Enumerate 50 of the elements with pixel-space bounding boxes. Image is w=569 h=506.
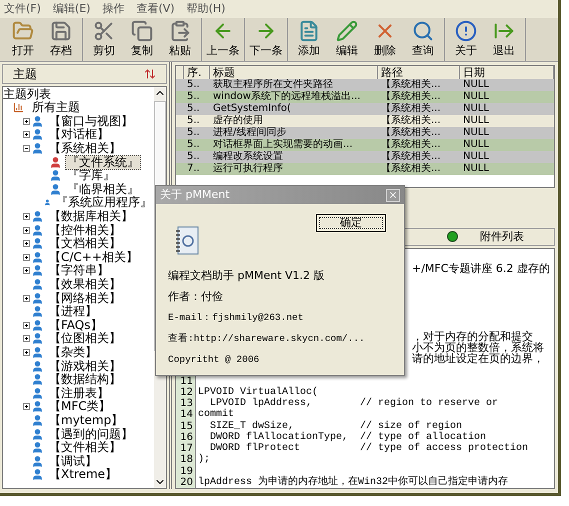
line-number: 18 xyxy=(176,454,196,466)
text-line: 请的地址设定在页的边界， xyxy=(412,353,544,364)
code-line: ); xyxy=(198,454,210,466)
dialog-text: 查看:http://shareware.skycn.com/... xyxy=(168,333,366,345)
table-cell-text: NULL xyxy=(462,151,490,163)
line-number: 11 xyxy=(176,376,196,387)
text-line: ，对于内存的分配和提交 xyxy=(412,330,533,342)
code-line: LPVOID lpAddress, // region to reserve or xyxy=(210,398,498,410)
dialog-title: 关于 pMMent xyxy=(160,186,230,203)
dialog-text: 编程文档助手 pMMent V1.2 版 xyxy=(168,270,326,282)
tree-title: 主题列表 xyxy=(3,87,52,101)
table-cell-text: NULL xyxy=(462,103,490,115)
table-cell-text: 5.. xyxy=(186,127,201,139)
table-cell-text: 5.. xyxy=(186,79,201,91)
table-cell-text: 7.. xyxy=(186,163,201,175)
line-number: 14 xyxy=(176,409,196,420)
table-cell-text: GetSystemInfo( xyxy=(212,103,292,115)
table-cell-text: 5.. xyxy=(186,103,201,115)
table-cell-text: 5.. xyxy=(186,115,201,127)
table-cell-text: NULL xyxy=(462,79,490,91)
table-cell-text: 5.. xyxy=(186,139,201,151)
table-cell-text: 进程/线程间同步 xyxy=(212,127,288,139)
line-number: 13 xyxy=(176,398,196,410)
line-number: 17 xyxy=(176,443,196,454)
line-number: 15 xyxy=(176,420,196,432)
line-number: 12 xyxy=(176,386,196,398)
dialog-text: E-mail：fjshmily@263.net xyxy=(168,312,304,324)
table-cell-text: NULL xyxy=(462,115,490,127)
code-line: SIZE_T dwSize, // size of region xyxy=(209,420,462,432)
attachment-list-label: 附件列表 xyxy=(480,228,524,244)
table-cell-text: NULL xyxy=(462,91,490,103)
table-cell-text: 5.. xyxy=(186,91,201,103)
code-line: commit xyxy=(198,409,234,420)
line-number: 16 xyxy=(176,432,196,443)
code-line: LPVOID VirtualAlloc( xyxy=(198,386,318,398)
table-cell-text: NULL xyxy=(462,139,490,151)
panel-title: 主题 xyxy=(13,66,37,83)
code-line: DWORD flAllocationType, // type of allocation xyxy=(209,432,486,443)
text-line: 小不为页的整数倍，系统将 xyxy=(412,342,544,353)
table-cell-text: NULL xyxy=(462,127,490,139)
text-line: +/MFC专题讲座 6.2 虚存的 xyxy=(412,263,550,274)
line-number: 20 xyxy=(176,476,196,488)
dialog-text: 作者：付俭 xyxy=(168,291,224,303)
line-number: 19 xyxy=(176,466,196,477)
code-line: lpAddress 为申请的内存地址，在Win32中你可以自己指定申请内存 xyxy=(198,476,508,488)
dialog-text: Copyritht @ 2006 xyxy=(168,354,260,366)
code-line: DWORD flProtect // type of access protection xyxy=(209,443,528,454)
table-cell-text: 虚存的使用 xyxy=(212,115,264,127)
table-cell-text: 5.. xyxy=(186,151,201,163)
table-cell-text: NULL xyxy=(462,163,490,175)
